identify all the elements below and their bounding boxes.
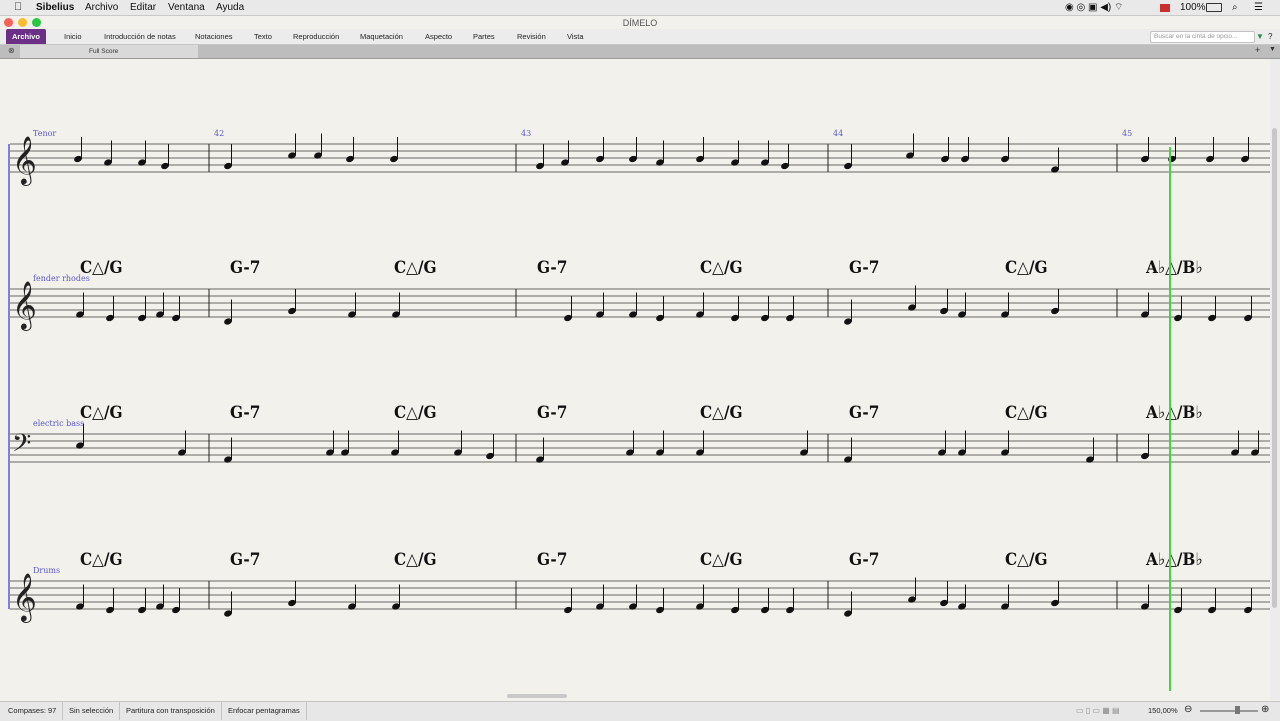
chord-symbol: C△/G — [1005, 550, 1048, 570]
chord-symbol: A♭△/B♭ — [1145, 258, 1203, 278]
chord-symbol: G-7 — [849, 403, 879, 423]
battery-icon[interactable] — [1206, 3, 1222, 12]
treble-clef: 𝄞 — [12, 135, 37, 186]
menu-ayuda[interactable]: Ayuda — [216, 1, 244, 14]
zoom-out-icon[interactable]: ⊖ — [1184, 704, 1192, 715]
chord-symbol: C△/G — [394, 258, 437, 278]
menu-editar[interactable]: Editar — [130, 1, 156, 14]
chord-symbol: G-7 — [230, 403, 260, 423]
transposition-status[interactable]: Partitura con transposición — [120, 702, 222, 720]
bar-number: 45 — [1122, 129, 1132, 138]
tab-vista[interactable]: Vista — [567, 29, 584, 44]
chord-symbol: C△/G — [394, 550, 437, 570]
close-tab-icon[interactable]: ⊗ — [8, 46, 15, 55]
chord-symbol: G-7 — [849, 550, 879, 570]
tab-archivo[interactable]: Archivo — [6, 29, 46, 44]
zoom-in-icon[interactable]: ⊕ — [1261, 704, 1269, 715]
chord-symbol: G-7 — [230, 258, 260, 278]
status-icons[interactable]: ◉ ◎ ▣ ◀) ⌔ — [1065, 1, 1123, 14]
horizontal-scroll-thumb[interactable] — [507, 694, 567, 698]
ribbon-search-input[interactable]: Buscar en la cinta de opcio... — [1150, 31, 1255, 43]
ribbon: Archivo Inicio Introducción de notas Not… — [0, 29, 1280, 45]
bar-number: 42 — [214, 129, 224, 138]
tab-introduccion-de-notas[interactable]: Introducción de notas — [104, 29, 176, 44]
chord-symbol: G-7 — [230, 550, 260, 570]
chord-symbol: A♭△/B♭ — [1145, 550, 1203, 570]
search-go-icon[interactable]: ▼ — [1256, 29, 1264, 44]
tab-inicio[interactable]: Inicio — [64, 29, 82, 44]
chord-symbol: G-7 — [849, 258, 879, 278]
score-tab[interactable]: Full Score — [20, 45, 198, 58]
tab-maquetacion[interactable]: Maquetación — [360, 29, 403, 44]
tab-partes[interactable]: Partes — [473, 29, 495, 44]
instrument-name: Drums — [33, 566, 60, 575]
score-tab-label: Full Score — [89, 48, 119, 55]
chord-symbol: G-7 — [537, 550, 567, 570]
chord-symbol: C△/G — [1005, 258, 1048, 278]
bar-number: 43 — [521, 129, 531, 138]
selection-status: Sin selección — [63, 702, 121, 720]
spotlight-icon[interactable]: ⌕ — [1232, 1, 1238, 14]
apple-icon[interactable]:  — [14, 1, 22, 14]
bass-clef: 𝄢 — [12, 429, 31, 464]
menu-ventana[interactable]: Ventana — [168, 1, 205, 14]
focus-staves-status[interactable]: Enfocar pentagramas — [222, 702, 307, 720]
chord-symbol: C△/G — [700, 550, 743, 570]
zoom-level: 150,00% — [1148, 706, 1178, 715]
notification-center-icon[interactable]: ☰ — [1254, 1, 1263, 14]
zoom-slider[interactable] — [1200, 710, 1258, 712]
view-mode-icons[interactable]: ▭ ▯ ▭ ▦ ▤ — [1076, 706, 1120, 715]
vertical-scroll-thumb[interactable] — [1272, 128, 1277, 608]
chord-symbol: C△/G — [700, 258, 743, 278]
chord-symbol: C△/G — [80, 403, 123, 423]
menu-bar:  Sibelius Archivo Editar Ventana Ayuda … — [0, 0, 1280, 16]
tab-notaciones[interactable]: Notaciones — [195, 29, 233, 44]
treble-clef: 𝄞 — [12, 572, 37, 623]
flag-icon[interactable] — [1160, 4, 1170, 12]
chord-symbol: C△/G — [700, 403, 743, 423]
window-title: DÍMELO — [622, 18, 658, 28]
chord-symbol: C△/G — [80, 550, 123, 570]
tab-aspecto[interactable]: Aspecto — [425, 29, 452, 44]
battery-percent: 100% — [1180, 2, 1206, 13]
document-tab-strip: ⊗ Full Score + ▼ — [0, 45, 1280, 59]
status-bar: Compases: 97 Sin selección Partitura con… — [0, 701, 1280, 721]
tab-menu-icon[interactable]: ▼ — [1269, 46, 1276, 53]
tab-texto[interactable]: Texto — [254, 29, 272, 44]
chord-symbol: G-7 — [537, 258, 567, 278]
bar-number: 44 — [833, 129, 843, 138]
tab-reproduccion[interactable]: Reproducción — [293, 29, 339, 44]
tab-revision[interactable]: Revisión — [517, 29, 546, 44]
instrument-name: Tenor — [33, 129, 56, 138]
measure-count: Compases: 97 — [2, 702, 64, 720]
chord-symbol: A♭△/B♭ — [1145, 403, 1203, 423]
score-canvas[interactable]: 𝄞Tenor𝄞fender rhodes𝄢electric bass𝄞Drums… — [0, 59, 1270, 700]
add-tab-icon[interactable]: + — [1255, 45, 1260, 55]
instrument-name: electric bass — [33, 419, 84, 428]
zoom-slider-thumb[interactable] — [1235, 706, 1240, 714]
app-menu[interactable]: Sibelius — [36, 1, 74, 14]
ribbon-help-icon[interactable]: ? — [1268, 29, 1272, 44]
treble-clef: 𝄞 — [12, 280, 37, 331]
chord-symbol: G-7 — [537, 403, 567, 423]
chord-symbol: C△/G — [394, 403, 437, 423]
chord-symbol: C△/G — [80, 258, 123, 278]
menu-archivo[interactable]: Archivo — [85, 1, 118, 14]
chord-symbol: C△/G — [1005, 403, 1048, 423]
